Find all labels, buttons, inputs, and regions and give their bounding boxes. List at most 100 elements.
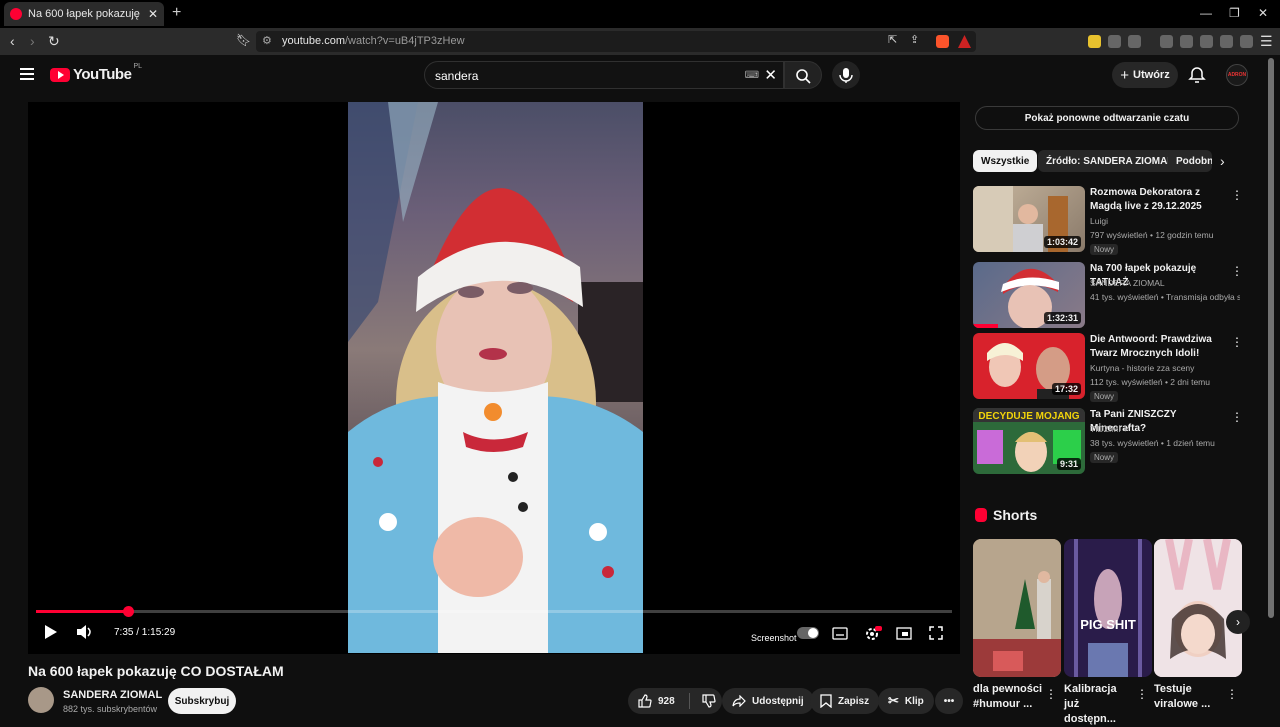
- shorts-next-button[interactable]: ›: [1226, 610, 1250, 634]
- miniplayer-button[interactable]: [896, 627, 912, 645]
- music-icon[interactable]: [1160, 35, 1173, 48]
- search-input[interactable]: sandera ⌨ ✕: [424, 61, 784, 89]
- more-vertical-icon[interactable]: ⋮: [1226, 687, 1238, 701]
- recommendation-thumbnail[interactable]: 1:03:42: [973, 186, 1085, 252]
- avatar-text: ADRON: [1227, 72, 1247, 78]
- notifications-button[interactable]: [1188, 66, 1206, 89]
- recommendation-item[interactable]: 17:32 Die Antwoord: Prawdziwa Twarz Mroc…: [973, 333, 1243, 402]
- subtitles-button[interactable]: [832, 627, 848, 645]
- short-title[interactable]: Testuje viralowe ...: [1154, 682, 1224, 712]
- recommendation-thumbnail[interactable]: 1:32:31: [973, 262, 1085, 328]
- extension-icon[interactable]: [1088, 35, 1101, 48]
- channel-name[interactable]: SANDERA ZIOMAL: [63, 689, 162, 701]
- scrubber-handle[interactable]: [122, 606, 134, 617]
- more-vertical-icon[interactable]: ⋮: [1231, 188, 1243, 202]
- share-label: Udostępnij: [752, 695, 804, 707]
- clip-button[interactable]: ✂︎ Klip: [878, 688, 934, 714]
- short-title[interactable]: Kalibracja już dostępn...: [1064, 682, 1134, 727]
- channel-avatar[interactable]: [28, 687, 54, 713]
- progress-bar[interactable]: [36, 606, 952, 617]
- puzzle-icon[interactable]: [1108, 35, 1121, 48]
- like-button[interactable]: 928: [628, 688, 722, 714]
- clear-search-icon[interactable]: ✕: [764, 66, 777, 84]
- short-image: [973, 539, 1061, 677]
- forward-icon[interactable]: ›: [30, 33, 35, 49]
- recommendation-item[interactable]: DECYDUJE MOJANG 9:31 Ta Pani ZNISZCZY Mi…: [973, 408, 1243, 476]
- gear-icon: [866, 626, 882, 640]
- short-image: PIG SHIT: [1064, 539, 1152, 677]
- video-duration: 9:31: [1056, 458, 1081, 470]
- chevron-right-icon: ›: [1236, 615, 1240, 629]
- close-window-icon[interactable]: ✕: [1258, 6, 1268, 20]
- open-external-icon[interactable]: ⇱: [888, 33, 897, 46]
- clip-label: Klip: [904, 695, 924, 707]
- logo-text: YouTube: [73, 66, 132, 83]
- more-vertical-icon[interactable]: ⋮: [1045, 687, 1057, 701]
- more-vertical-icon[interactable]: ⋮: [1231, 264, 1243, 278]
- recommendation-item[interactable]: 1:03:42 Rozmowa Dekoratora z Magdą live …: [973, 186, 1243, 255]
- video-player[interactable]: 7:35 / 1:15:29 Screenshot: [28, 102, 960, 654]
- short-thumbnail[interactable]: [973, 539, 1061, 677]
- reload-icon[interactable]: ↻: [48, 33, 60, 50]
- sidebar-icon[interactable]: [1180, 35, 1193, 48]
- address-bar[interactable]: ⚙︎ youtube.com/watch?v=uB4jTP3zHew ⇱ ⇪: [256, 31, 976, 52]
- voice-search-button[interactable]: [832, 61, 860, 89]
- rewards-icon[interactable]: [958, 35, 971, 48]
- close-tab-icon[interactable]: ✕: [148, 7, 158, 21]
- subscribe-button[interactable]: Subskrybuj: [168, 688, 236, 714]
- share-icon[interactable]: ⇪: [910, 33, 919, 46]
- recommendation-item[interactable]: 1:32:31 Na 700 łapek pokazuję TATUAŻ SAN…: [973, 262, 1243, 330]
- more-vertical-icon[interactable]: ⋮: [1136, 687, 1148, 701]
- save-button[interactable]: Zapisz: [810, 688, 880, 714]
- search-button[interactable]: [784, 61, 822, 89]
- fullscreen-icon: [929, 626, 943, 640]
- new-badge: Nowy: [1090, 244, 1119, 255]
- more-vertical-icon[interactable]: ⋮: [1231, 335, 1243, 349]
- recommendation-thumbnail[interactable]: 17:32: [973, 333, 1085, 399]
- volume-icon: [77, 625, 91, 639]
- page-scrollbar[interactable]: [1268, 58, 1274, 618]
- more-vertical-icon[interactable]: ⋮: [1231, 410, 1243, 424]
- menu-icon[interactable]: ☰: [1260, 33, 1273, 50]
- extension-2-icon[interactable]: [1128, 35, 1141, 48]
- account-avatar[interactable]: ADRON: [1226, 64, 1248, 86]
- video-content-image: [348, 102, 643, 653]
- short-thumbnail[interactable]: PIG SHIT: [1064, 539, 1152, 677]
- keyboard-icon[interactable]: ⌨: [745, 70, 759, 81]
- fullscreen-button[interactable]: [929, 626, 943, 645]
- chip-similar[interactable]: Podobne: [1168, 150, 1212, 172]
- play-button[interactable]: [44, 624, 58, 645]
- chip-source[interactable]: Źródło: SANDERA ZIOMAL: [1038, 150, 1182, 172]
- vpn-icon[interactable]: [1240, 35, 1253, 48]
- bookmark-icon[interactable]: 🔖︎: [236, 33, 251, 47]
- brave-shield-icon[interactable]: [936, 35, 949, 48]
- youtube-logo[interactable]: YouTube PL: [50, 63, 142, 83]
- recommendation-thumbnail[interactable]: DECYDUJE MOJANG 9:31: [973, 408, 1085, 474]
- share-button[interactable]: Udostępnij: [722, 688, 814, 714]
- volume-button[interactable]: [76, 624, 94, 645]
- chips-next-icon[interactable]: ›: [1220, 153, 1225, 169]
- create-button[interactable]: + Utwórz: [1112, 62, 1178, 88]
- more-actions-button[interactable]: •••: [935, 688, 963, 714]
- short-title[interactable]: dla pewności #humour ...: [973, 682, 1043, 712]
- more-horizontal-icon: •••: [943, 695, 955, 707]
- bell-icon: [1188, 67, 1206, 83]
- short-thumbnail[interactable]: [1154, 539, 1242, 677]
- ai-icon[interactable]: [1220, 35, 1233, 48]
- new-tab-icon[interactable]: +: [172, 4, 181, 22]
- autoplay-toggle[interactable]: [797, 627, 819, 639]
- wallet-icon[interactable]: [1200, 35, 1213, 48]
- chip-all[interactable]: Wszystkie: [973, 150, 1038, 172]
- site-info-icon[interactable]: ⚙︎: [262, 34, 272, 47]
- chat-replay-button[interactable]: Pokaż ponowne odtwarzanie czatu: [975, 106, 1239, 130]
- video-frame[interactable]: [348, 102, 643, 653]
- back-icon[interactable]: ‹: [10, 33, 15, 49]
- miniplayer-icon: [896, 627, 912, 640]
- settings-button[interactable]: [864, 625, 882, 647]
- thumbs-down-icon[interactable]: [702, 694, 716, 708]
- guide-menu-icon[interactable]: [20, 68, 34, 80]
- minimize-icon[interactable]: —: [1200, 6, 1212, 20]
- video-duration: 17:32: [1051, 383, 1081, 395]
- browser-tab[interactable]: Na 600 łapek pokazuję CO DOSTAŁAM ✕: [4, 2, 164, 26]
- restore-icon[interactable]: ❐: [1229, 6, 1240, 20]
